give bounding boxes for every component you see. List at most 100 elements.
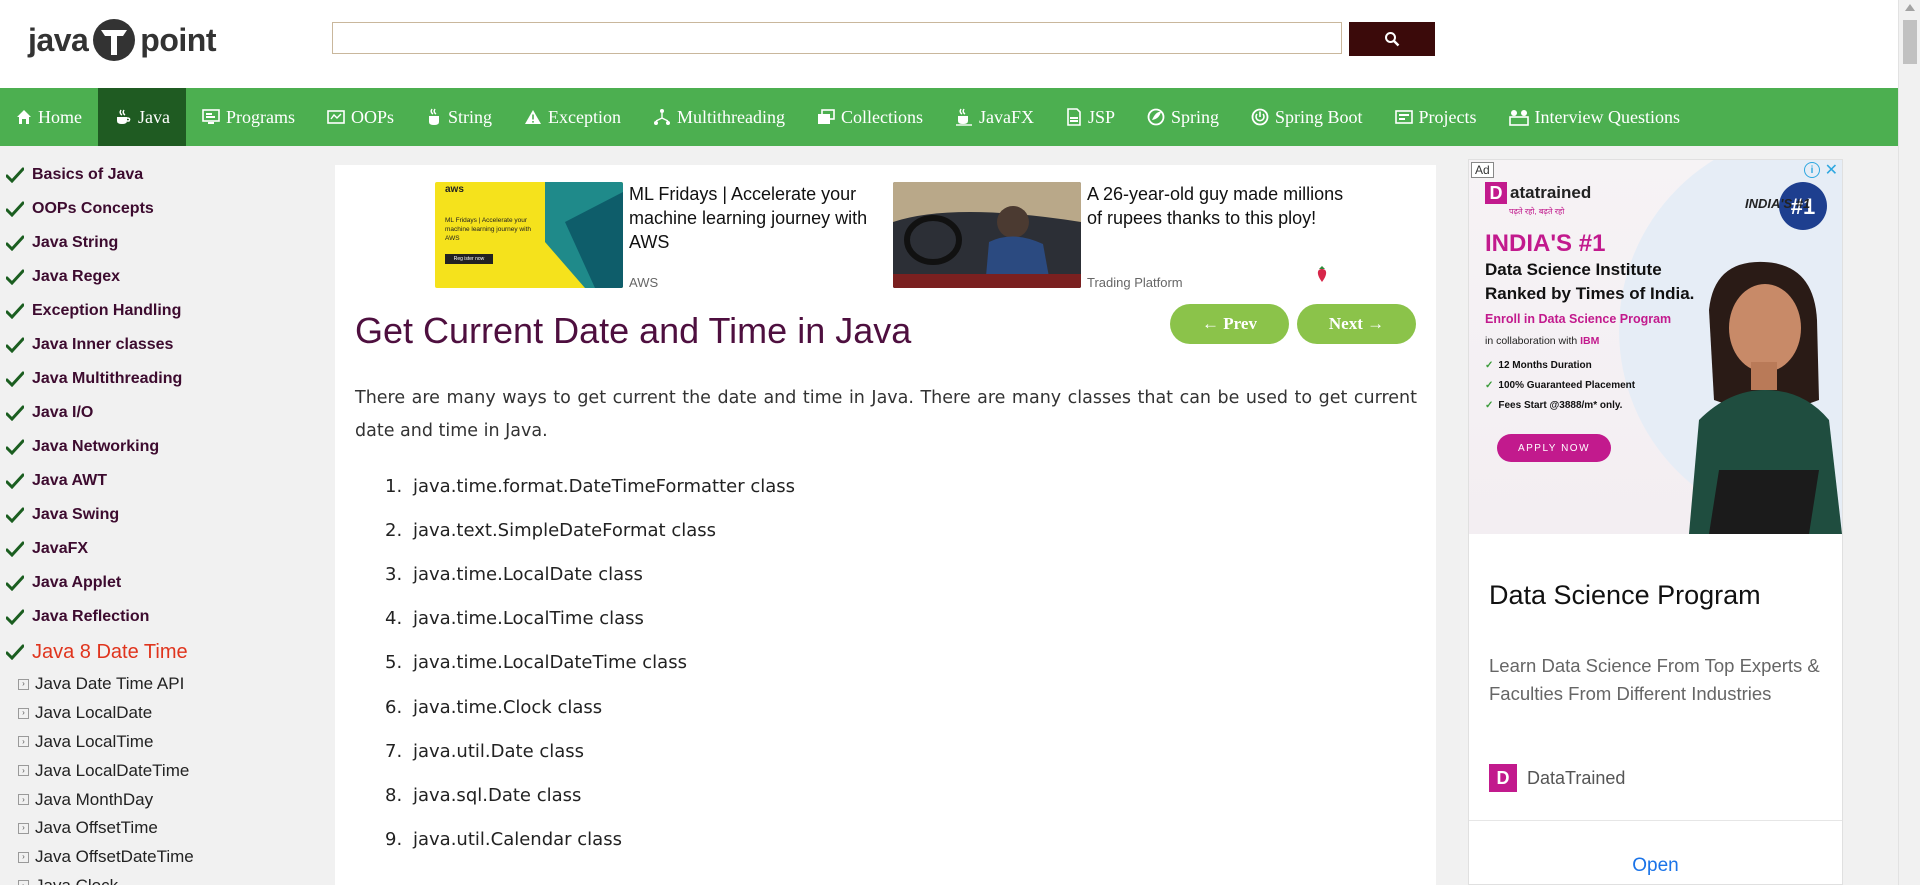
list-item: 3. java.time.LocalDate class xyxy=(385,552,795,596)
list-item-text: java.time.LocalDateTime class xyxy=(413,652,687,674)
checkmark-icon xyxy=(6,609,24,625)
list-item: 2. java.text.SimpleDateFormat class xyxy=(385,508,795,552)
sidebar-item-java-8-date-time[interactable]: Java 8 Date Time xyxy=(0,634,320,670)
list-item-number: 5. xyxy=(385,652,403,674)
nav-item-spring[interactable]: Spring xyxy=(1131,88,1235,146)
ad-badge-text: INDIA'S #1 xyxy=(1745,196,1811,211)
page-scrollbar[interactable] xyxy=(1898,0,1920,885)
sidebar-item-java-swing[interactable]: Java Swing xyxy=(0,498,320,532)
sidebar-item-java-reflection[interactable]: Java Reflection xyxy=(0,600,320,634)
checkmark-icon xyxy=(6,167,24,183)
sidebar-subitem-java-date-time-api[interactable]: › Java Date Time API xyxy=(0,670,320,699)
sidebar-item-javafx[interactable]: JavaFX xyxy=(0,532,320,566)
nav-item-multithreading[interactable]: Multithreading xyxy=(637,88,801,146)
nav-item-label: Collections xyxy=(840,106,923,127)
programs-icon xyxy=(202,109,220,125)
logo-text-java: java xyxy=(28,21,89,58)
open-button[interactable]: Open xyxy=(1469,854,1842,878)
sidebar-item-label: Java Multithreading xyxy=(32,370,183,387)
ad-line-3: Enroll in Data Science Program xyxy=(1485,312,1672,326)
ad-title[interactable]: A 26-year-old guy made millions of rupee… xyxy=(1087,182,1347,230)
sidebar-item-label: OOPs Concepts xyxy=(32,200,154,217)
sidebar-item-oops-concepts[interactable]: OOPs Concepts xyxy=(0,192,320,226)
sidebar-item-java-networking[interactable]: Java Networking xyxy=(0,430,320,464)
nav-item-jsp[interactable]: JSP xyxy=(1050,88,1131,146)
nav-item-javafx[interactable]: JavaFX xyxy=(939,88,1050,146)
checkmark-icon xyxy=(6,303,24,319)
divider xyxy=(1469,820,1842,821)
ad-title[interactable]: Data Science Program xyxy=(1489,580,1761,611)
ad-image-aws[interactable]: aws ML Fridays | Accelerate your machine… xyxy=(435,182,623,288)
ad-source: AWS xyxy=(629,275,659,290)
arrow-right-icon: › xyxy=(18,851,29,863)
list-item: 9. java.util.Calendar class xyxy=(385,818,795,862)
list-item-number: 2. xyxy=(385,519,403,541)
sidebar-subitem-java-monthday[interactable]: › Java MonthDay xyxy=(0,785,320,814)
ad-title[interactable]: ML Fridays | Accelerate your machine lea… xyxy=(629,182,889,254)
sidebar-subitem-label: Java OffsetTime xyxy=(35,818,158,838)
sidebar-subitem-label: Java LocalDate xyxy=(35,703,153,723)
scroll-up-arrow-icon[interactable] xyxy=(1905,4,1915,11)
nav-item-collections[interactable]: Collections xyxy=(801,88,939,146)
ad-banner[interactable]: Ad i ✕ D atatrained पढ़ते रहो, बढ़ते रहो… xyxy=(1469,160,1842,534)
nav-item-label: Projects xyxy=(1418,106,1477,127)
nav-item-home[interactable]: Home xyxy=(0,88,98,146)
ad-image-car[interactable] xyxy=(893,182,1081,288)
list-item: 7. java.util.Date class xyxy=(385,729,795,773)
native-ad-aws[interactable]: aws ML Fridays | Accelerate your machine… xyxy=(435,182,889,290)
right-sidebar-ad[interactable]: Ad i ✕ D atatrained पढ़ते रहो, बढ़ते रहो… xyxy=(1468,159,1843,885)
ad-advertiser[interactable]: D DataTrained xyxy=(1489,764,1625,792)
sidebar-item-java-inner-classes[interactable]: Java Inner classes xyxy=(0,328,320,362)
search-button[interactable] xyxy=(1349,22,1435,56)
nav-item-label: Home xyxy=(38,106,82,127)
sidebar-subitem-java-offsetdatetime[interactable]: › Java OffsetDateTime xyxy=(0,843,320,872)
sidebar-item-basics-of-java[interactable]: Basics of Java xyxy=(0,158,320,192)
sidebar-item-label: Java Swing xyxy=(32,506,120,523)
sidebar-item-exception-handling[interactable]: Exception Handling xyxy=(0,294,320,328)
list-item-number: 6. xyxy=(385,696,403,718)
sidebar-subitem-java-localdate[interactable]: › Java LocalDate xyxy=(0,699,320,728)
nav-item-exception[interactable]: Exception xyxy=(508,88,637,146)
sidebar-item-label: Exception Handling xyxy=(32,302,182,319)
sidebar-subitem-java-localtime[interactable]: › Java LocalTime xyxy=(0,728,320,757)
checkmark-icon xyxy=(6,201,24,217)
sidebar-item-java-applet[interactable]: Java Applet xyxy=(0,566,320,600)
sidebar-item-label: Java Applet xyxy=(32,574,122,591)
search-input[interactable] xyxy=(332,22,1342,54)
sidebar-item-java-regex[interactable]: Java Regex xyxy=(0,260,320,294)
next-button[interactable]: Next → xyxy=(1297,304,1416,344)
sidebar-subitem-java-offsettime[interactable]: › Java OffsetTime xyxy=(0,814,320,843)
interview-icon xyxy=(1508,108,1529,126)
sidebar-item-label: Basics of Java xyxy=(32,166,144,183)
sidebar-item-java-multithreading[interactable]: Java Multithreading xyxy=(0,362,320,396)
sidebar-item-java-awt[interactable]: Java AWT xyxy=(0,464,320,498)
list-item: 1. java.time.format.DateTimeFormatter cla… xyxy=(385,464,795,508)
scroll-thumb[interactable] xyxy=(1903,20,1917,64)
native-ad-trading[interactable]: A 26-year-old guy made millions of rupee… xyxy=(893,182,1347,290)
nav-item-programs[interactable]: Programs xyxy=(186,88,311,146)
nav-item-label: String xyxy=(448,106,493,127)
ad-line-4-text: in collaboration with xyxy=(1485,335,1581,347)
nav-item-java[interactable]: Java xyxy=(98,88,186,146)
nav-item-interview-questions[interactable]: Interview Questions xyxy=(1493,88,1696,146)
sidebar-item-java-string[interactable]: Java String xyxy=(0,226,320,260)
sidebar-subitem-java-localdatetime[interactable]: › Java LocalDateTime xyxy=(0,756,320,785)
ad-image-register-button: Reg ister now xyxy=(445,254,493,264)
site-logo[interactable]: java point xyxy=(28,18,216,62)
checkmark-icon xyxy=(6,473,24,489)
spring-icon xyxy=(1147,108,1165,126)
sidebar-item-label: Java I/O xyxy=(32,404,94,421)
nav-item-projects[interactable]: Projects xyxy=(1379,88,1493,146)
sidebar-item-java-i-o[interactable]: Java I/O xyxy=(0,396,320,430)
nav-item-string[interactable]: String xyxy=(410,88,508,146)
nav-item-oops[interactable]: OOPs xyxy=(311,88,410,146)
sidebar-subitem-java-clock[interactable]: › Java Clock xyxy=(0,872,320,885)
aws-logo: aws xyxy=(445,184,464,195)
ad-bullet: ✓ 100% Guaranteed Placement xyxy=(1485,380,1635,391)
nav-item-label: Interview Questions xyxy=(1534,106,1681,127)
apply-now-button[interactable]: APPLY NOW xyxy=(1497,434,1611,462)
nav-item-spring-boot[interactable]: Spring Boot xyxy=(1235,88,1379,146)
strawberry-icon xyxy=(1315,265,1329,288)
prev-button[interactable]: ← Prev xyxy=(1170,304,1289,344)
page-title: Get Current Date and Time in Java xyxy=(355,310,912,351)
